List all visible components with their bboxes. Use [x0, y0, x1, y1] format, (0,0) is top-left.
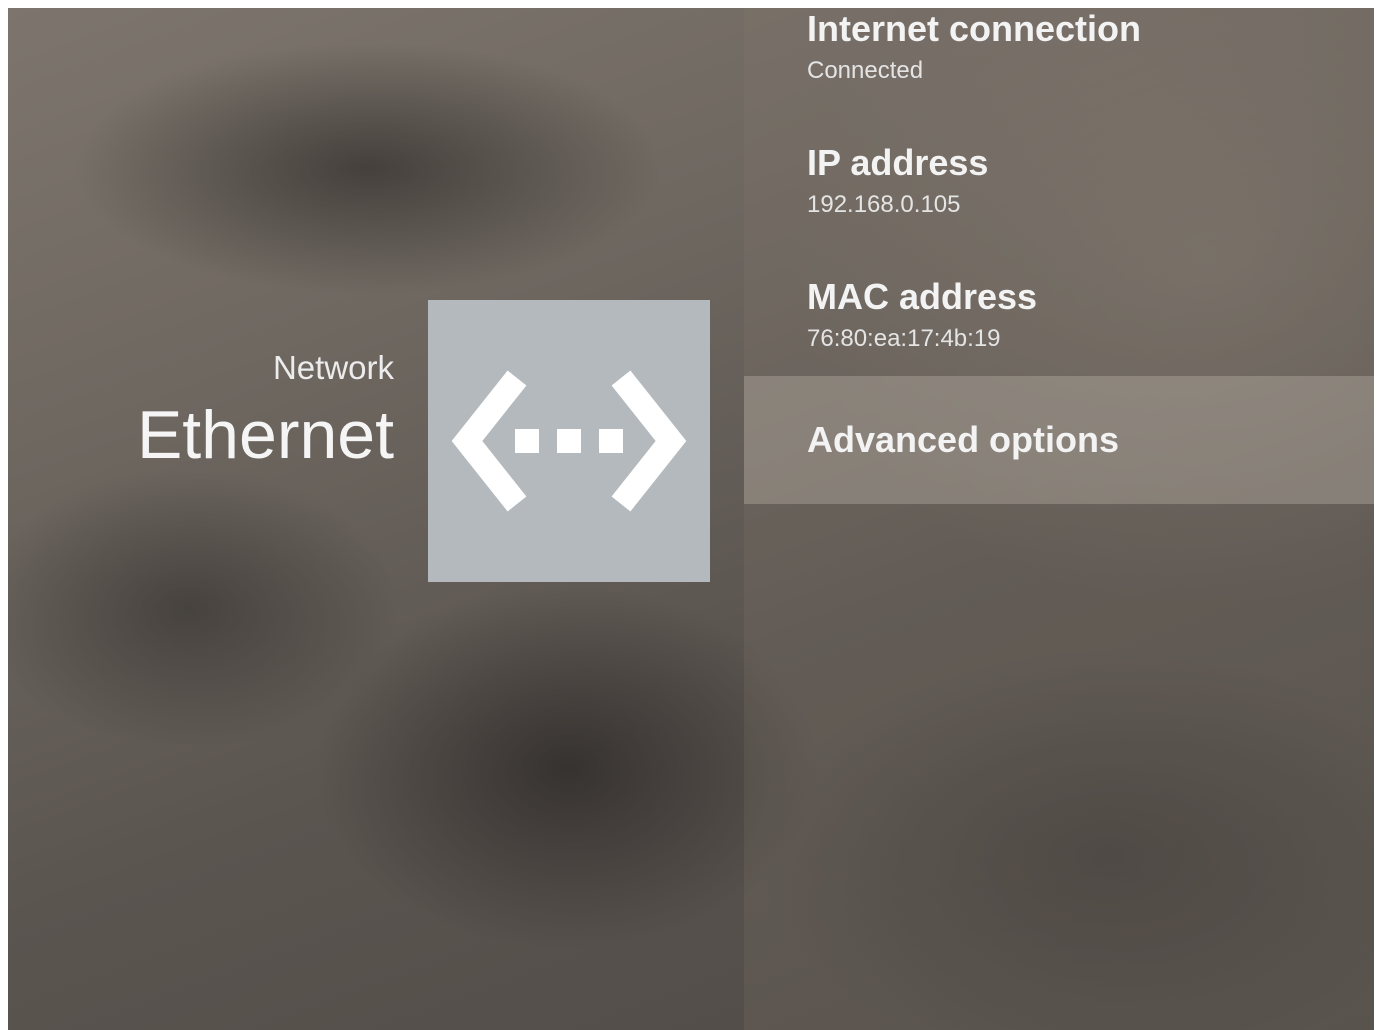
header: Network Ethernet — [137, 348, 394, 474]
ip-address-item[interactable]: IP address 192.168.0.105 — [744, 142, 1374, 220]
ethernet-icon-tile — [428, 300, 710, 582]
page-title: Ethernet — [136, 397, 394, 473]
breadcrumb: Network — [272, 349, 394, 386]
item-title: Advanced options — [807, 419, 1120, 460]
ethernet-icon — [451, 370, 687, 512]
advanced-options-item[interactable]: Advanced options — [744, 376, 1374, 504]
item-title: MAC address — [807, 276, 1038, 317]
item-subtitle: 192.168.0.105 — [807, 191, 961, 218]
item-subtitle: Connected — [807, 57, 924, 84]
item-title: IP address — [807, 142, 989, 183]
item-title: Internet connection — [807, 8, 1142, 49]
item-subtitle: 76:80:ea:17:4b:19 — [807, 325, 1001, 352]
internet-connection-item[interactable]: Internet connection Connected — [744, 8, 1374, 86]
tv-settings-screen: Network Ethernet Internet connection Con… — [8, 8, 1374, 1030]
mac-address-item[interactable]: MAC address 76:80:ea:17:4b:19 — [744, 276, 1374, 354]
